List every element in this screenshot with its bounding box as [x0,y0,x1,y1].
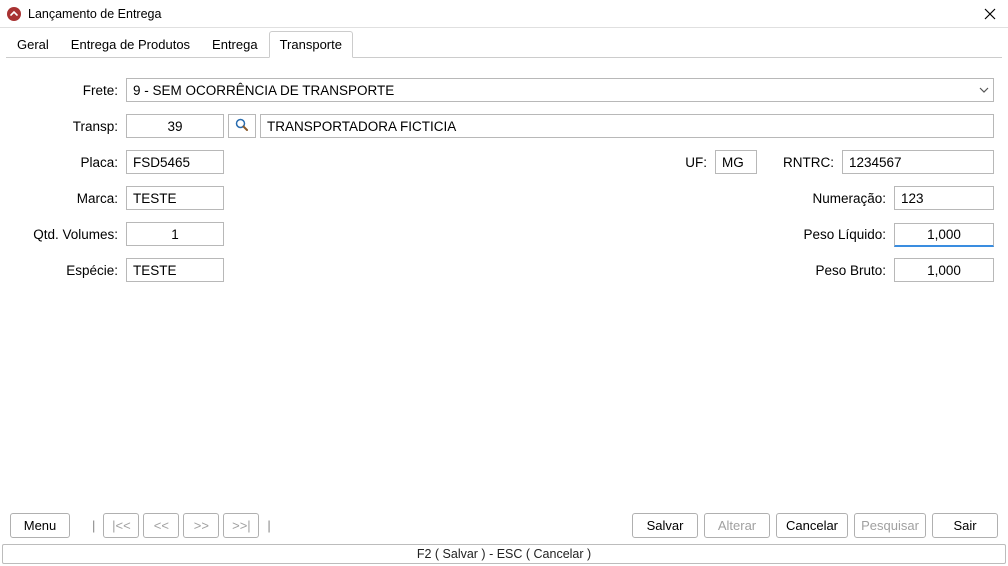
statusbar: F2 ( Salvar ) - ESC ( Cancelar ) [2,544,1006,564]
window-body: Geral Entrega de Produtos Entrega Transp… [0,28,1008,544]
alterar-button[interactable]: Alterar [704,513,770,538]
peso-bruto-input[interactable] [894,258,994,282]
placa-input[interactable] [126,150,224,174]
close-button[interactable] [978,2,1002,26]
tab-geral[interactable]: Geral [6,31,60,58]
salvar-button[interactable]: Salvar [632,513,698,538]
marca-label: Marca: [14,191,126,206]
nav-next-button[interactable]: >> [183,513,219,538]
form-area: Frete: 9 - SEM OCORRÊNCIA DE TRANSPORTE … [2,58,1006,507]
placa-label: Placa: [14,155,126,170]
qtd-volumes-input[interactable] [126,222,224,246]
search-icon [234,117,250,136]
frete-label: Frete: [14,83,126,98]
numeracao-input[interactable] [894,186,994,210]
footer-bar: Menu | |<< << >> >>| | Salvar Alterar Ca… [2,507,1006,544]
peso-bruto-label: Peso Bruto: [815,263,894,278]
nav-first-button[interactable]: |<< [103,513,139,538]
marca-input[interactable] [126,186,224,210]
tab-transporte[interactable]: Transporte [269,31,353,58]
statusbar-text: F2 ( Salvar ) - ESC ( Cancelar ) [417,547,591,561]
especie-label: Espécie: [14,263,126,278]
cancelar-button[interactable]: Cancelar [776,513,848,538]
rntrc-label: RNTRC: [783,155,842,170]
rntrc-input[interactable] [842,150,994,174]
sair-button[interactable]: Sair [932,513,998,538]
tab-entrega-produtos[interactable]: Entrega de Produtos [60,31,201,58]
app-icon [6,6,22,22]
frete-select[interactable]: 9 - SEM OCORRÊNCIA DE TRANSPORTE [126,78,994,102]
nav-last-button[interactable]: >>| [223,513,259,538]
uf-label: UF: [685,155,715,170]
transp-search-button[interactable] [228,114,256,138]
tab-entrega[interactable]: Entrega [201,31,269,58]
tab-strip: Geral Entrega de Produtos Entrega Transp… [6,30,1002,58]
uf-input[interactable] [715,150,757,174]
pesquisar-button[interactable]: Pesquisar [854,513,926,538]
menu-button[interactable]: Menu [10,513,70,538]
numeracao-label: Numeração: [812,191,894,206]
frete-value: 9 - SEM OCORRÊNCIA DE TRANSPORTE [133,83,975,98]
transp-label: Transp: [14,119,126,134]
especie-input[interactable] [126,258,224,282]
peso-liquido-label: Peso Líquido: [803,227,894,242]
qtd-volumes-label: Qtd. Volumes: [14,227,126,242]
nav-prev-button[interactable]: << [143,513,179,538]
titlebar-title: Lançamento de Entrega [28,7,161,21]
nav-group: | |<< << >> >>| | [88,513,275,538]
transp-name-input[interactable] [260,114,994,138]
chevron-down-icon [975,87,993,93]
titlebar: Lançamento de Entrega [0,0,1008,28]
transp-code-input[interactable] [126,114,224,138]
peso-liquido-input[interactable] [894,223,994,247]
